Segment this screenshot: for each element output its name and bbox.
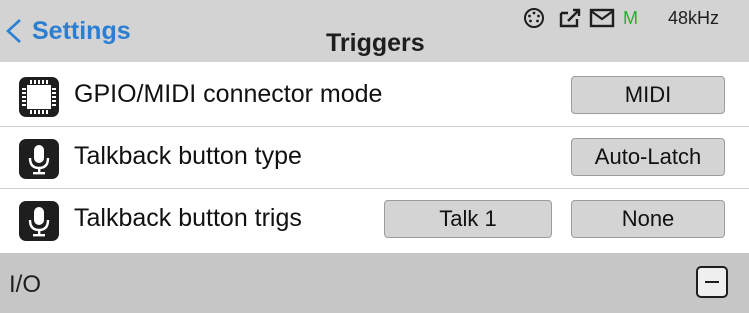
list-item-talkback-type: Talkback button type Auto-Latch (0, 128, 749, 189)
section-footer-io: I/O (0, 253, 749, 313)
microphone-icon (19, 201, 59, 241)
chevron-left-icon (6, 19, 21, 43)
minus-icon (705, 281, 719, 283)
list-item-gpio-midi-mode: GPIO/MIDI connector mode MIDI (0, 66, 749, 127)
header-bar: Settings Triggers M 48kHz (0, 0, 749, 62)
talkback-trig-2-button[interactable]: None (571, 200, 725, 238)
triggers-screen: Settings Triggers M 48kHz GPIO/MIDI conn… (0, 0, 749, 313)
list-item-talkback-trigs: Talkback button trigs Talk 1 None (0, 190, 749, 251)
section-label: I/O (9, 271, 42, 298)
microphone-icon (19, 139, 59, 179)
sample-rate: 48kHz (668, 7, 720, 28)
row-label: Talkback button type (74, 142, 302, 170)
row-label: GPIO/MIDI connector mode (74, 80, 383, 108)
collapse-button[interactable] (696, 266, 728, 298)
midi-din-icon (523, 6, 545, 30)
envelope-icon (589, 6, 615, 30)
meter-indicator: M (623, 7, 638, 28)
page-title: Triggers (326, 29, 425, 57)
connector-mode-button[interactable]: MIDI (571, 76, 725, 114)
usb-storage-icon (558, 6, 582, 30)
talkback-trig-1-button[interactable]: Talk 1 (384, 200, 552, 238)
row-label: Talkback button trigs (74, 204, 302, 232)
talkback-type-button[interactable]: Auto-Latch (571, 138, 725, 176)
chip-icon (19, 77, 59, 117)
back-button[interactable]: Settings (4, 12, 131, 50)
back-label: Settings (32, 16, 131, 45)
